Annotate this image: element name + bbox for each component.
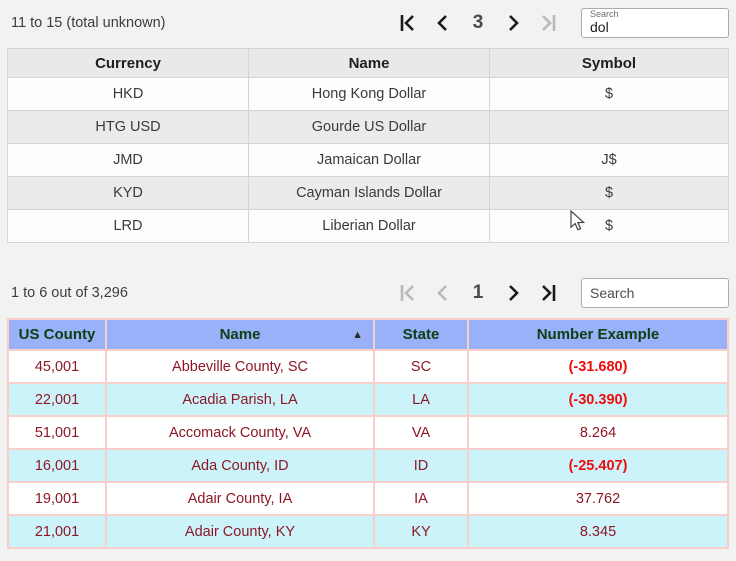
- cell-state: LA: [373, 382, 469, 417]
- county-search-input[interactable]: [582, 279, 728, 307]
- currency-status-text: 11 to 15 (total unknown): [11, 15, 166, 31]
- first-page-icon: [397, 282, 419, 304]
- column-header-number-example[interactable]: Number Example: [467, 318, 729, 351]
- county-table: US County Name ▲ State Number Example 45…: [7, 318, 729, 549]
- cell-name: Ada County, ID: [105, 448, 375, 483]
- last-page-icon: [537, 282, 559, 304]
- table-row[interactable]: 51,001 Accomack County, VA VA 8.264: [7, 415, 729, 450]
- currency-header-row: Currency Name Symbol: [7, 48, 729, 78]
- search-label: Search: [589, 9, 620, 19]
- county-panel: 1 to 6 out of 3,296 1 US County: [0, 270, 736, 549]
- cell-symbol: $: [489, 209, 729, 243]
- cell-us-county: 19,001: [7, 481, 107, 516]
- table-row[interactable]: 19,001 Adair County, IA IA 37.762: [7, 481, 729, 516]
- currency-table: Currency Name Symbol HKD Hong Kong Dolla…: [7, 48, 729, 243]
- cell-state: ID: [373, 448, 469, 483]
- table-row[interactable]: 22,001 Acadia Parish, LA LA (-30.390): [7, 382, 729, 417]
- table-row[interactable]: KYD Cayman Islands Dollar $: [7, 176, 729, 210]
- cell-us-county: 22,001: [7, 382, 107, 417]
- column-header-state[interactable]: State: [373, 318, 469, 351]
- column-header-name[interactable]: Name: [248, 48, 490, 78]
- cell-state: SC: [373, 349, 469, 384]
- prev-page-icon: [433, 12, 451, 34]
- cell-name: Acadia Parish, LA: [105, 382, 375, 417]
- last-page-button[interactable]: [533, 282, 563, 304]
- cell-number-example: 8.264: [467, 415, 729, 450]
- cell-symbol: $: [489, 77, 729, 111]
- table-row[interactable]: 21,001 Adair County, KY KY 8.345: [7, 514, 729, 549]
- cell-name: Abbeville County, SC: [105, 349, 375, 384]
- prev-page-icon: [433, 282, 451, 304]
- currency-panel: 11 to 15 (total unknown) 3 Search Cur: [0, 0, 736, 243]
- table-row[interactable]: JMD Jamaican Dollar J$: [7, 143, 729, 177]
- table-row[interactable]: 16,001 Ada County, ID ID (-25.407): [7, 448, 729, 483]
- prev-page-button[interactable]: [429, 282, 455, 304]
- cell-currency: HKD: [7, 77, 249, 111]
- first-page-button[interactable]: [393, 282, 423, 304]
- last-page-button[interactable]: [533, 12, 563, 34]
- cell-us-county: 51,001: [7, 415, 107, 450]
- cell-name: Gourde US Dollar: [248, 110, 490, 144]
- cell-name: Cayman Islands Dollar: [248, 176, 490, 210]
- cell-symbol: [489, 110, 729, 144]
- cell-state: IA: [373, 481, 469, 516]
- column-header-name-label: Name: [219, 326, 261, 343]
- next-page-icon: [505, 282, 523, 304]
- cell-symbol: J$: [489, 143, 729, 177]
- cell-name: Hong Kong Dollar: [248, 77, 490, 111]
- column-header-name[interactable]: Name ▲: [105, 318, 375, 351]
- cell-currency: HTG USD: [7, 110, 249, 144]
- cell-number-example: 37.762: [467, 481, 729, 516]
- next-page-button[interactable]: [501, 282, 527, 304]
- last-page-icon: [537, 12, 559, 34]
- next-page-button[interactable]: [501, 12, 527, 34]
- table-row[interactable]: HTG USD Gourde US Dollar: [7, 110, 729, 144]
- current-page-number: 3: [472, 12, 484, 33]
- cell-number-example: 8.345: [467, 514, 729, 549]
- column-header-symbol[interactable]: Symbol: [489, 48, 729, 78]
- county-toolbar: 1 to 6 out of 3,296 1: [0, 270, 736, 316]
- cell-number-example: (-31.680): [467, 349, 729, 384]
- currency-search-box: Search: [581, 8, 729, 38]
- county-status-text: 1 to 6 out of 3,296: [11, 285, 128, 301]
- cell-currency: KYD: [7, 176, 249, 210]
- cell-name: Adair County, KY: [105, 514, 375, 549]
- table-row[interactable]: 45,001 Abbeville County, SC SC (-31.680): [7, 349, 729, 384]
- cell-state: KY: [373, 514, 469, 549]
- column-header-us-county[interactable]: US County: [7, 318, 107, 351]
- cell-us-county: 16,001: [7, 448, 107, 483]
- next-page-icon: [505, 12, 523, 34]
- currency-pager: 3: [393, 12, 563, 34]
- cell-name: Liberian Dollar: [248, 209, 490, 243]
- cell-us-county: 45,001: [7, 349, 107, 384]
- first-page-button[interactable]: [393, 12, 423, 34]
- county-search-box: [581, 278, 729, 308]
- current-page-number: 1: [472, 282, 484, 303]
- cell-name: Adair County, IA: [105, 481, 375, 516]
- column-header-currency[interactable]: Currency: [7, 48, 249, 78]
- table-row[interactable]: LRD Liberian Dollar $: [7, 209, 729, 243]
- cell-currency: JMD: [7, 143, 249, 177]
- cell-symbol: $: [489, 176, 729, 210]
- cell-currency: LRD: [7, 209, 249, 243]
- table-row[interactable]: HKD Hong Kong Dollar $: [7, 77, 729, 111]
- first-page-icon: [397, 12, 419, 34]
- sort-ascending-icon: ▲: [352, 328, 363, 341]
- currency-toolbar: 11 to 15 (total unknown) 3 Search: [0, 0, 736, 46]
- cell-number-example: (-25.407): [467, 448, 729, 483]
- county-pager: 1: [393, 282, 563, 304]
- county-header-row: US County Name ▲ State Number Example: [7, 318, 729, 351]
- prev-page-button[interactable]: [429, 12, 455, 34]
- cell-name: Jamaican Dollar: [248, 143, 490, 177]
- cell-state: VA: [373, 415, 469, 450]
- cell-number-example: (-30.390): [467, 382, 729, 417]
- cell-name: Accomack County, VA: [105, 415, 375, 450]
- cell-us-county: 21,001: [7, 514, 107, 549]
